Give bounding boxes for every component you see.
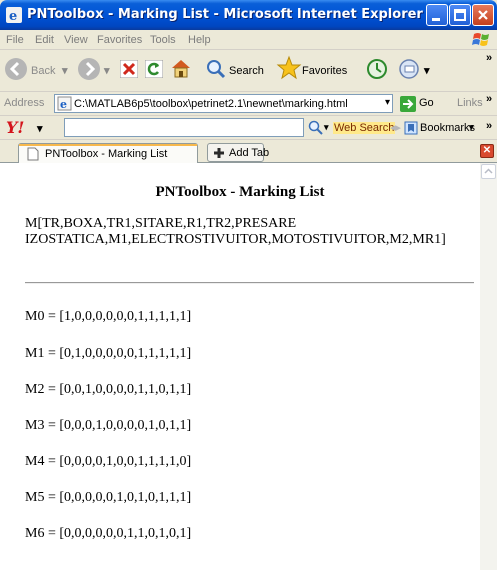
yahoo-logo[interactable]: Y! [6, 118, 24, 137]
search-dropdown-icon[interactable]: ▾ [324, 122, 329, 133]
svg-text:e: e [9, 9, 17, 23]
links-label[interactable]: Links [457, 97, 483, 109]
tab-active-indicator [19, 144, 197, 146]
page-icon: e [57, 96, 72, 111]
address-label: Address [4, 97, 45, 109]
go-arrow-icon[interactable] [400, 96, 416, 112]
tab-marking-list[interactable]: PNToolbox - Marking List [18, 143, 198, 163]
marking-m6: M6 = [0,0,0,0,0,0,1,1,0,1,0,1] [25, 526, 192, 541]
back-label[interactable]: Back [31, 65, 55, 77]
forward-dropdown-icon[interactable]: ▾ [104, 64, 110, 77]
history-icon[interactable] [366, 58, 388, 80]
vertical-scrollbar[interactable] [480, 163, 497, 570]
plus-icon [214, 148, 224, 158]
magnifier-icon[interactable] [308, 120, 324, 136]
refresh-icon[interactable] [145, 60, 163, 78]
windows-logo-icon [472, 33, 489, 46]
menu-help[interactable]: Help [188, 34, 211, 46]
marking-header-line-1: M[TR,BOXA,TR1,SITARE,R1,TR2,PRESARE [25, 216, 297, 231]
title-bar: e PNToolbox - Marking List - Microsoft I… [0, 0, 497, 30]
favorites-star-icon[interactable] [276, 55, 302, 81]
menu-bar: File Edit View Favorites Tools Help [0, 30, 497, 50]
chevron-up-icon [484, 168, 493, 174]
ie-icon: e [6, 7, 22, 23]
yahoo-search-input[interactable] [64, 118, 304, 137]
marking-header-line-2: IZOSTATICA,M1,ELECTROSTIVUITOR,MOTOSTIVU… [25, 232, 446, 247]
yahoo-overflow-icon[interactable]: » [486, 120, 492, 132]
marking-m5: M5 = [0,0,0,0,0,1,0,1,0,1,1,1] [25, 490, 192, 505]
yahoo-menu-dropdown-icon[interactable]: ▾ [37, 122, 43, 135]
bookmarks-dropdown-icon[interactable]: ▾ [469, 122, 474, 133]
add-tab-button[interactable]: Add Tab [207, 143, 269, 162]
menu-tools[interactable]: Tools [150, 34, 176, 46]
add-tab-label: Add Tab [229, 147, 270, 159]
web-search-button[interactable]: Web Search [333, 122, 396, 134]
tab-bar: PNToolbox - Marking List Add Tab ✕ [0, 140, 497, 163]
favorites-label[interactable]: Favorites [302, 65, 347, 77]
menu-file[interactable]: File [6, 34, 24, 46]
home-icon[interactable] [170, 58, 192, 78]
menu-edit[interactable]: Edit [35, 34, 54, 46]
search-icon[interactable] [205, 58, 227, 80]
bookmarks-icon[interactable] [404, 121, 418, 135]
close-button[interactable] [472, 4, 494, 26]
minimize-button[interactable] [426, 4, 448, 26]
document-icon [27, 147, 39, 161]
go-label[interactable]: Go [419, 97, 434, 109]
address-dropdown-icon[interactable]: ▾ [385, 97, 390, 108]
toolbar-overflow-icon[interactable]: » [486, 52, 492, 64]
scroll-up-button[interactable] [481, 164, 496, 179]
svg-text:e: e [60, 98, 67, 111]
menu-view[interactable]: View [64, 34, 88, 46]
search-label[interactable]: Search [229, 65, 264, 77]
forward-arrow-icon[interactable] [77, 57, 101, 81]
marking-m0: M0 = [1,0,0,0,0,0,0,1,1,1,1,1] [25, 309, 192, 324]
mail-icon[interactable] [398, 58, 422, 80]
address-bar: Address e C:\MATLAB6p5\toolbox\petrinet2… [0, 92, 497, 116]
back-arrow-icon[interactable] [4, 57, 28, 81]
back-dropdown-icon[interactable]: ▾ [62, 64, 68, 77]
standard-toolbar: Back ▾ ▾ Search Favorites ▾ » [0, 50, 497, 92]
page-title: PNToolbox - Marking List [155, 184, 325, 200]
marking-m4: M4 = [0,0,0,0,1,0,0,1,1,1,1,0] [25, 454, 192, 469]
marking-m3: M3 = [0,0,0,1,0,0,0,0,1,0,1,1] [25, 418, 192, 433]
bookmarks-label[interactable]: Bookmarks [420, 122, 475, 134]
marking-header: M[TR,BOXA,TR1,SITARE,R1,TR2,PRESARE IZOS… [25, 216, 485, 248]
address-input[interactable]: e C:\MATLAB6p5\toolbox\petrinet2.1\newne… [54, 94, 393, 113]
window-title: PNToolbox - Marking List - Microsoft Int… [27, 7, 423, 22]
mail-dropdown-icon[interactable]: ▾ [424, 64, 430, 77]
marking-m1: M1 = [0,1,0,0,0,0,0,1,1,1,1,1] [25, 346, 192, 361]
address-url: C:\MATLAB6p5\toolbox\petrinet2.1\newnet\… [74, 98, 348, 110]
links-overflow-icon[interactable]: » [486, 93, 492, 105]
stop-icon[interactable] [120, 60, 138, 78]
tab-label: PNToolbox - Marking List [45, 148, 168, 160]
page-content: PNToolbox - Marking List M[TR,BOXA,TR1,S… [0, 163, 480, 570]
maximize-button[interactable] [449, 4, 471, 26]
horizontal-rule [25, 282, 474, 284]
menu-favorites[interactable]: Favorites [97, 34, 142, 46]
close-tab-icon[interactable]: ✕ [480, 144, 494, 158]
yahoo-toolbar: Y! ▾ ▾ Web Search ◂▸ Bookmarks ▾ » [0, 116, 497, 140]
separator-icon: ◂▸ [390, 122, 402, 134]
marking-m2: M2 = [0,0,1,0,0,0,0,1,1,0,1,1] [25, 382, 192, 397]
